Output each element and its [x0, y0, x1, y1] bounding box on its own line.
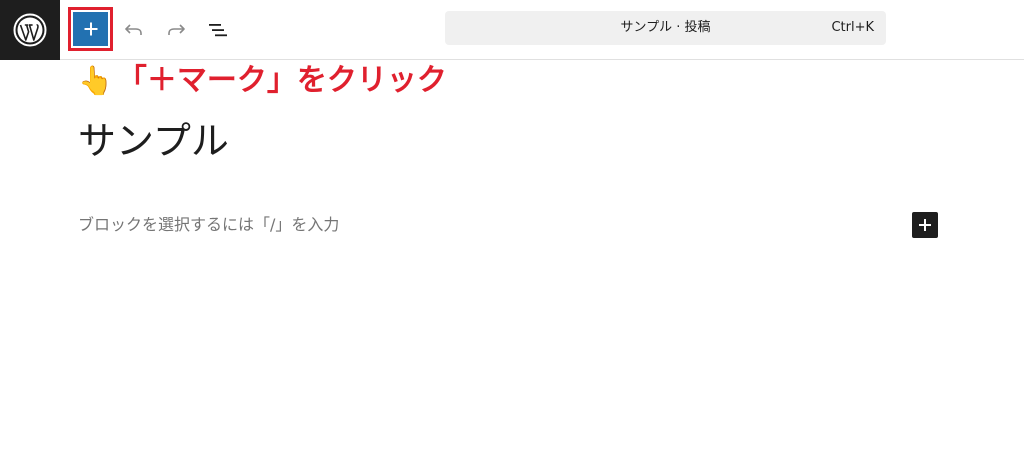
instruction-annotation: 👆 「＋マーク」をクリック [78, 62, 447, 100]
redo-icon [168, 24, 185, 35]
block-inserter-button[interactable] [73, 12, 108, 46]
post-title[interactable]: サンプル [78, 116, 229, 166]
inserter-highlight-frame [68, 7, 113, 51]
pointing-finger-icon: 👆 [78, 64, 113, 97]
editor-header: サンプル · 投稿 Ctrl+K [0, 0, 1024, 60]
block-placeholder[interactable]: ブロックを選択するには「/」を入力 [78, 212, 339, 238]
list-view-icon [209, 24, 227, 37]
command-palette-bar[interactable]: サンプル · 投稿 Ctrl+K [445, 11, 886, 45]
plus-icon [84, 22, 97, 36]
redo-button[interactable] [160, 14, 192, 46]
list-view-button[interactable] [202, 14, 234, 46]
undo-button[interactable] [118, 14, 150, 46]
document-title: サンプル · 投稿 [620, 20, 711, 35]
undo-icon [125, 24, 142, 35]
plus-icon [919, 219, 931, 231]
add-block-button[interactable] [912, 212, 938, 238]
wordpress-logo-button[interactable] [0, 0, 60, 60]
keyboard-shortcut: Ctrl+K [831, 20, 874, 35]
wordpress-icon [13, 13, 47, 47]
instruction-text: 「＋マーク」をクリック [116, 63, 447, 98]
